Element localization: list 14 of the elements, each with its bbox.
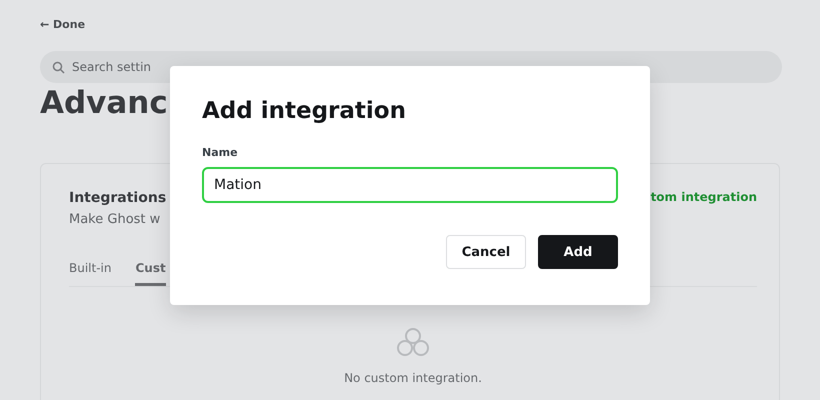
section-title: Integrations xyxy=(69,190,166,206)
back-link[interactable]: ← Done xyxy=(40,18,86,31)
section-description: Make Ghost w xyxy=(69,212,162,227)
page-title: Advanc xyxy=(40,85,168,121)
field-label: Name xyxy=(202,146,238,159)
cancel-button[interactable]: Cancel xyxy=(446,235,526,269)
tab[interactable]: Cust xyxy=(135,261,166,286)
search-icon xyxy=(52,61,65,74)
add-button[interactable]: Add xyxy=(538,235,618,269)
empty-state-text: No custom integration. xyxy=(344,371,482,385)
dialog-title: Add integration xyxy=(202,98,406,124)
name-input-field[interactable]: Mation xyxy=(202,167,618,203)
tab[interactable]: Built-in xyxy=(69,261,112,286)
integration-icon xyxy=(396,327,430,357)
